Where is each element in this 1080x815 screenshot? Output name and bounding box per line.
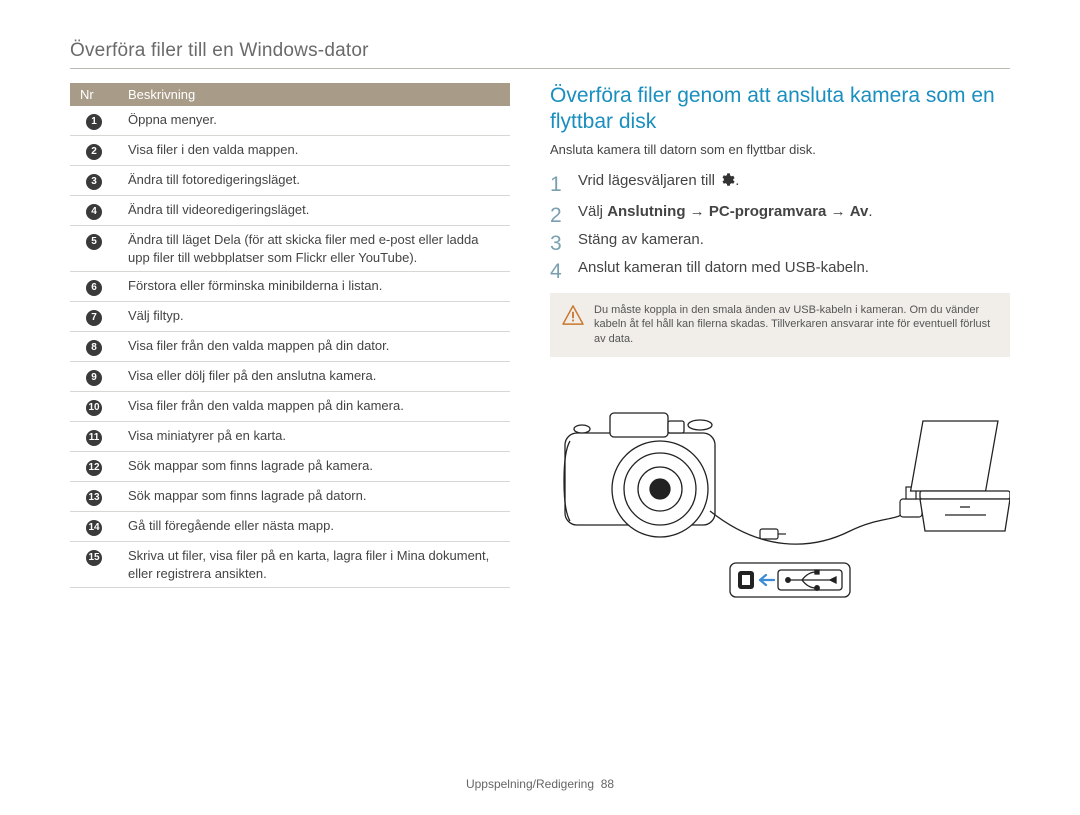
row-number-cell: 2 [70,136,118,166]
row-description-cell: Sök mappar som finns lagrade på kamera. [118,452,510,482]
step-1: Vrid lägesväljaren till . [550,171,1010,194]
footer-label: Uppspelning/Redigering [466,777,594,791]
row-number-cell: 5 [70,226,118,272]
table-row: 8 Visa filer från den valda mappen på din… [70,332,510,362]
warning-icon [562,305,584,330]
table-row: 10 Visa filer från den valda mappen på di… [70,392,510,422]
camera-laptop-illustration [550,381,1010,611]
number-circle-icon: 4 [86,204,102,220]
row-description-cell: Visa miniatyrer på en karta. [118,422,510,452]
number-circle-icon: 5 [86,234,102,250]
arrow-icon: → [826,203,849,220]
table-row: 13 Sök mappar som finns lagrade på datorn… [70,482,510,512]
row-description-cell: Skriva ut filer, visa filer på en karta,… [118,542,510,588]
table-row: 2 Visa filer i den valda mappen. [70,136,510,166]
number-circle-icon: 8 [86,340,102,356]
table-row: 14 Gå till föregående eller nästa mapp. [70,512,510,542]
table-row: 15 Skriva ut filer, visa filer på en kart… [70,542,510,588]
table-row: 1 Öppna menyer. [70,106,510,136]
table-row: 9 Visa eller dölj filer på den anslutna k… [70,362,510,392]
row-description-cell: Visa filer från den valda mappen på din … [118,332,510,362]
table-row: 5 Ändra till läget Dela (för att skicka f… [70,226,510,272]
gear-icon [719,172,735,194]
number-circle-icon: 12 [86,460,102,476]
row-number-cell: 4 [70,196,118,226]
number-circle-icon: 11 [86,430,102,446]
row-description-cell: Ändra till fotoredigeringsläget. [118,166,510,196]
row-number-cell: 1 [70,106,118,136]
step-2-b2: PC-programvara [709,203,827,220]
table-row: 6 Förstora eller förminska minibilderna i… [70,272,510,302]
warning-box: Du måste koppla in den smala änden av US… [550,293,1010,358]
row-description-cell: Gå till föregående eller nästa mapp. [118,512,510,542]
right-column: Överföra filer genom att ansluta kamera … [550,83,1010,611]
left-column: Nr Beskrivning 1 Öppna menyer. 2 Visa filer… [70,83,510,611]
number-circle-icon: 10 [86,400,102,416]
step-1-text-pre: Vrid lägesväljaren till [578,172,719,189]
table-row: 7 Välj filtyp. [70,302,510,332]
number-circle-icon: 14 [86,520,102,536]
step-2-b1: Anslutning [607,203,685,220]
row-number-cell: 12 [70,452,118,482]
step-2-pre: Välj [578,203,607,220]
page-footer: Uppspelning/Redigering 88 [0,777,1080,791]
number-circle-icon: 9 [86,370,102,386]
row-number-cell: 3 [70,166,118,196]
step-2-post: . [868,203,872,220]
step-4: Anslut kameran till datorn med USB-kabel… [550,258,1010,278]
row-number-cell: 7 [70,302,118,332]
row-number-cell: 15 [70,542,118,588]
step-2: Välj Anslutning → PC-programvara → Av. [550,202,1010,222]
number-circle-icon: 6 [86,280,102,296]
section-subtitle: Ansluta kamera till datorn som en flyttb… [550,142,1010,157]
section-heading: Överföra filer genom att ansluta kamera … [550,83,1010,136]
row-number-cell: 14 [70,512,118,542]
row-description-cell: Ändra till videoredigeringsläget. [118,196,510,226]
row-description-cell: Öppna menyer. [118,106,510,136]
number-circle-icon: 3 [86,174,102,190]
number-circle-icon: 13 [86,490,102,506]
number-circle-icon: 7 [86,310,102,326]
table-header-beskrivning: Beskrivning [118,83,510,106]
table-row: 3 Ändra till fotoredigeringsläget. [70,166,510,196]
number-circle-icon: 2 [86,144,102,160]
row-description-cell: Visa eller dölj filer på den anslutna ka… [118,362,510,392]
table-row: 12 Sök mappar som finns lagrade på kamera… [70,452,510,482]
row-description-cell: Visa filer i den valda mappen. [118,136,510,166]
step-2-b3: Av [850,203,869,220]
number-circle-icon: 15 [86,550,102,566]
row-description-cell: Förstora eller förminska minibilderna i … [118,272,510,302]
row-description-cell: Sök mappar som finns lagrade på datorn. [118,482,510,512]
table-row: 4 Ändra till videoredigeringsläget. [70,196,510,226]
row-number-cell: 9 [70,362,118,392]
arrow-icon: → [686,203,709,220]
row-number-cell: 6 [70,272,118,302]
row-number-cell: 8 [70,332,118,362]
row-description-cell: Ändra till läget Dela (för att skicka fi… [118,226,510,272]
table-header-nr: Nr [70,83,118,106]
description-table: Nr Beskrivning 1 Öppna menyer. 2 Visa filer… [70,83,510,588]
table-row: 11 Visa miniatyrer på en karta. [70,422,510,452]
row-description-cell: Visa filer från den valda mappen på din … [118,392,510,422]
row-description-cell: Välj filtyp. [118,302,510,332]
footer-page-number: 88 [601,777,614,791]
warning-text: Du måste koppla in den smala änden av US… [594,304,990,346]
page-title: Överföra filer till en Windows-dator [70,40,1010,69]
content-columns: Nr Beskrivning 1 Öppna menyer. 2 Visa filer… [70,83,1010,611]
row-number-cell: 13 [70,482,118,512]
row-number-cell: 10 [70,392,118,422]
step-3: Stäng av kameran. [550,230,1010,250]
row-number-cell: 11 [70,422,118,452]
step-1-text-post: . [735,172,739,189]
number-circle-icon: 1 [86,114,102,130]
steps-list: Vrid lägesväljaren till . Välj Anslutnin… [550,171,1010,279]
